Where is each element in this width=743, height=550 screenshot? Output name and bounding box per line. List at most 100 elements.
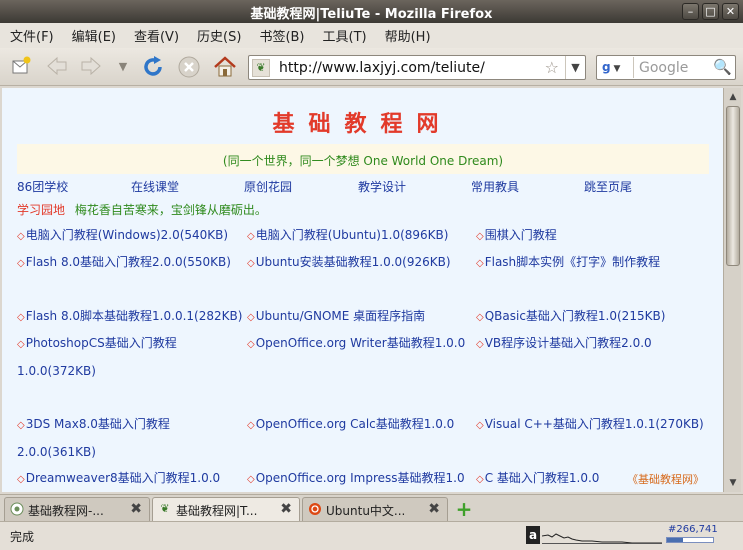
course-title[interactable]: QBasic基础入门教程1.0(215KB) bbox=[485, 309, 666, 323]
bookmark-star-icon[interactable]: ☆ bbox=[545, 58, 559, 77]
site-footer-link[interactable]: 《基础教程网》 bbox=[627, 471, 704, 487]
course-title[interactable]: 电脑入门教程(Ubuntu)1.0(896KB) bbox=[256, 228, 449, 242]
maximize-button[interactable]: □ bbox=[702, 3, 719, 20]
course-link[interactable]: ◇Visual C++基础入门教程1.0.1(270KB) bbox=[476, 411, 704, 439]
course-title[interactable]: VB程序设计基础入门教程2.0.0 bbox=[485, 336, 652, 350]
course-link[interactable]: ◇Flash 8.0脚本基础教程1.0.0.1(282KB) bbox=[17, 303, 242, 331]
course-title[interactable]: OpenOffice.org Writer基础教程1.0.0 bbox=[256, 336, 466, 350]
course-link[interactable]: ◇3DS Max8.0基础入门教程 2.0.0(361KB) bbox=[17, 411, 170, 466]
google-icon[interactable]: g ▼ bbox=[598, 57, 634, 78]
tab-bar: 基础教程网-... ✖ ❦ 基础教程网|T... ✖ Ubuntu中文... ✖… bbox=[0, 494, 743, 521]
course-title[interactable]: OpenOffice.org Calc基础教程1.0.0 bbox=[256, 417, 455, 431]
scroll-down-icon[interactable]: ▼ bbox=[726, 476, 740, 490]
menu-history[interactable]: 历史(S) bbox=[197, 26, 241, 45]
section-header: 学习园地 梅花香自苦寒来，宝剑锋从磨砺出。 bbox=[17, 201, 267, 218]
bullet-icon: ◇ bbox=[247, 420, 255, 431]
course-title[interactable]: Ubuntu安装基础教程1.0.0(926KB) bbox=[256, 255, 451, 269]
menu-bookmarks[interactable]: 书签(B) bbox=[259, 26, 304, 45]
menu-view[interactable]: 查看(V) bbox=[134, 26, 179, 45]
course-link[interactable]: ◇VB程序设计基础入门教程2.0.0 bbox=[476, 330, 652, 358]
bullet-icon: ◇ bbox=[17, 474, 25, 485]
course-title[interactable]: 3DS Max8.0基础入门教程 bbox=[26, 417, 170, 431]
course-title[interactable]: Flash 8.0基础入门教程2.0.0(550KB) bbox=[26, 255, 231, 269]
nav-link-teaching-design[interactable]: 教学设计 bbox=[358, 178, 406, 195]
navigation-toolbar: ▼ ❦ http://www.laxjyj.com/teliute/ ☆ ▼ g… bbox=[0, 48, 743, 86]
menu-tools[interactable]: 工具(T) bbox=[323, 26, 367, 45]
tab-1[interactable]: 基础教程网-... ✖ bbox=[4, 497, 150, 521]
bullet-icon: ◇ bbox=[476, 231, 484, 242]
course-link[interactable]: ◇QBasic基础入门教程1.0(215KB) bbox=[476, 303, 665, 331]
close-tab-icon[interactable]: ✖ bbox=[428, 501, 440, 517]
course-link[interactable]: ◇PhotoshopCS基础入门教程 1.0.0(372KB) bbox=[17, 330, 177, 385]
course-title[interactable]: Dreamweaver8基础入门教程1.0.0 bbox=[26, 471, 220, 485]
home-icon[interactable] bbox=[212, 55, 238, 79]
course-title[interactable]: Flash脚本实例《打字》制作教程 bbox=[485, 255, 660, 269]
nav-link-teaching-aids[interactable]: 常用教具 bbox=[471, 178, 519, 195]
course-link[interactable]: ◇OpenOffice.org Calc基础教程1.0.0 bbox=[247, 411, 454, 439]
nav-link-online-class[interactable]: 在线课堂 bbox=[131, 178, 179, 195]
window-titlebar: 基础教程网|TeliuTe - Mozilla Firefox – □ ✕ bbox=[0, 0, 743, 23]
bullet-icon: ◇ bbox=[17, 420, 25, 431]
reload-icon[interactable] bbox=[140, 55, 166, 79]
nav-link-school[interactable]: 86团学校 bbox=[17, 178, 68, 195]
course-title[interactable]: Ubuntu/GNOME 桌面程序指南 bbox=[256, 309, 425, 323]
tab-2[interactable]: ❦ 基础教程网|T... ✖ bbox=[152, 497, 300, 521]
course-title[interactable]: C 基础入门教程1.0.0 bbox=[485, 471, 600, 485]
course-title[interactable]: Visual C++基础入门教程1.0.1(270KB) bbox=[485, 417, 704, 431]
search-input[interactable]: Google bbox=[639, 60, 688, 76]
course-title[interactable]: 电脑入门教程(Windows)2.0(540KB) bbox=[26, 228, 228, 242]
course-link[interactable]: ◇Ubuntu/GNOME 桌面程序指南 bbox=[247, 303, 425, 331]
nav-link-original[interactable]: 原创花园 bbox=[244, 178, 292, 195]
stop-icon[interactable] bbox=[176, 55, 202, 79]
course-link[interactable]: ◇OpenOffice.org Impress基础教程1.0 bbox=[247, 465, 465, 492]
vertical-scrollbar[interactable]: ▲ ▼ bbox=[723, 88, 741, 492]
course-title-continued[interactable]: 1.0.0(372KB) bbox=[17, 364, 96, 378]
course-link[interactable]: ◇电脑入门教程(Ubuntu)1.0(896KB) bbox=[247, 222, 448, 250]
scroll-up-icon[interactable]: ▲ bbox=[726, 90, 740, 104]
search-icon[interactable]: 🔍 bbox=[713, 58, 732, 76]
new-tab-icon[interactable]: + bbox=[455, 499, 473, 519]
close-tab-icon[interactable]: ✖ bbox=[280, 501, 292, 517]
back-icon[interactable] bbox=[44, 55, 70, 79]
course-link[interactable]: ◇Flash 8.0基础入门教程2.0.0(550KB) bbox=[17, 249, 231, 277]
minimize-button[interactable]: – bbox=[682, 3, 699, 20]
course-title[interactable]: OpenOffice.org Impress基础教程1.0 bbox=[256, 471, 465, 485]
scroll-thumb[interactable] bbox=[726, 106, 740, 266]
course-title[interactable]: PhotoshopCS基础入门教程 bbox=[26, 336, 177, 350]
nav-link-page-bottom[interactable]: 跳至页尾 bbox=[584, 178, 632, 195]
course-link[interactable]: ◇Ubuntu安装基础教程1.0.0(926KB) bbox=[247, 249, 451, 277]
menu-help[interactable]: 帮助(H) bbox=[385, 26, 431, 45]
forward-icon[interactable] bbox=[78, 55, 104, 79]
url-dropdown-icon[interactable]: ▼ bbox=[565, 56, 585, 79]
course-link[interactable]: ◇OpenOffice.org Writer基础教程1.0.0 bbox=[247, 330, 465, 358]
course-link[interactable]: ◇C 基础入门教程1.0.0 bbox=[476, 465, 599, 492]
url-text[interactable]: http://www.laxjyj.com/teliute/ bbox=[279, 60, 485, 76]
course-link[interactable]: ◇围棋入门教程 bbox=[476, 222, 557, 250]
close-tab-icon[interactable]: ✖ bbox=[130, 501, 142, 517]
new-page-icon[interactable] bbox=[8, 55, 34, 79]
close-window-button[interactable]: ✕ bbox=[722, 3, 739, 20]
course-title-continued[interactable]: 2.0.0(361KB) bbox=[17, 445, 96, 459]
menu-edit[interactable]: 编辑(E) bbox=[72, 26, 116, 45]
bullet-icon: ◇ bbox=[476, 339, 484, 350]
menu-file[interactable]: 文件(F) bbox=[10, 26, 54, 45]
site-favicon-icon[interactable]: ❦ bbox=[252, 59, 270, 77]
bullet-icon: ◇ bbox=[476, 474, 484, 485]
section-title[interactable]: 学习园地 bbox=[17, 203, 65, 217]
tab-label: 基础教程网-... bbox=[28, 504, 104, 518]
course-link[interactable]: ◇Dreamweaver8基础入门教程1.0.0 bbox=[17, 465, 220, 492]
history-dropdown-icon[interactable]: ▼ bbox=[110, 55, 136, 79]
course-link[interactable]: ◇Flash脚本实例《打字》制作教程 bbox=[476, 249, 660, 277]
search-bar[interactable]: g ▼ Google 🔍 bbox=[596, 55, 736, 80]
course-link[interactable]: ◇电脑入门教程(Windows)2.0(540KB) bbox=[17, 222, 228, 250]
tab-3[interactable]: Ubuntu中文... ✖ bbox=[302, 497, 448, 521]
window-controls: – □ ✕ bbox=[682, 3, 739, 20]
alexa-icon[interactable]: a bbox=[526, 526, 540, 544]
course-title[interactable]: 围棋入门教程 bbox=[485, 228, 557, 242]
bullet-icon: ◇ bbox=[17, 312, 25, 323]
bullet-icon: ◇ bbox=[17, 339, 25, 350]
traffic-graph bbox=[542, 533, 662, 544]
page-icon bbox=[10, 502, 24, 516]
course-title[interactable]: Flash 8.0脚本基础教程1.0.0.1(282KB) bbox=[26, 309, 243, 323]
url-bar[interactable]: ❦ http://www.laxjyj.com/teliute/ ☆ ▼ bbox=[248, 55, 586, 80]
